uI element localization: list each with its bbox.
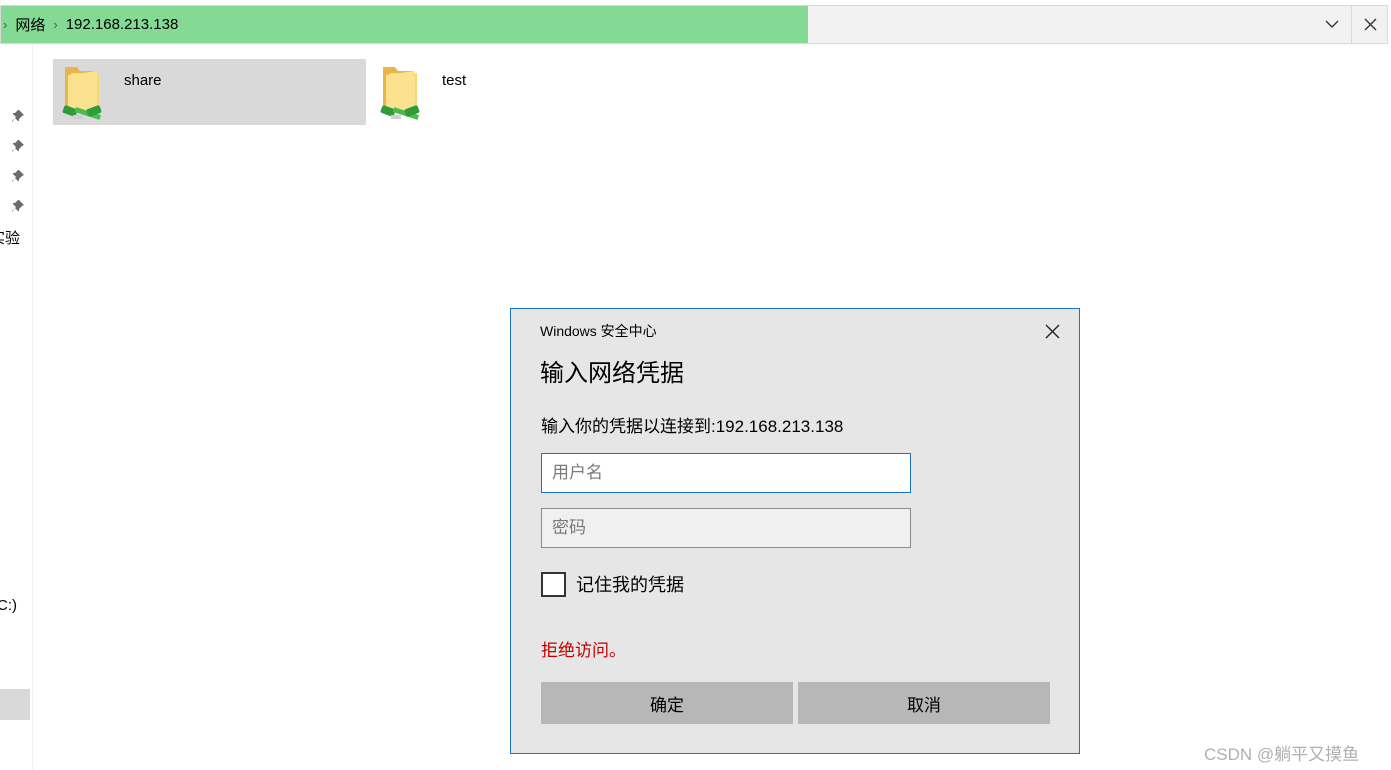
pin-icon[interactable]	[11, 109, 25, 123]
breadcrumb-network[interactable]: 网络	[15, 14, 51, 35]
dialog-message: 输入你的凭据以连接到:192.168.213.138	[541, 417, 844, 436]
error-message: 拒绝访问。	[541, 641, 626, 660]
folder-label: test	[442, 72, 467, 89]
shared-folder-icon	[380, 67, 420, 120]
close-icon	[1364, 18, 1376, 31]
username-input[interactable]	[541, 453, 911, 493]
chevron-down-icon	[1325, 20, 1339, 28]
dialog-title: Windows 安全中心	[540, 323, 657, 339]
breadcrumb-host[interactable]: 192.168.213.138	[66, 16, 185, 33]
credentials-dialog: Windows 安全中心 输入网络凭据 输入你的凭据以连接到:192.168.2…	[510, 308, 1080, 754]
folder-label: share	[124, 72, 162, 89]
address-history-button[interactable]	[1313, 6, 1351, 43]
pin-icon[interactable]	[11, 169, 25, 183]
folder-item-test[interactable]: test	[371, 59, 531, 125]
shared-folder-icon	[62, 67, 102, 120]
close-icon	[1045, 324, 1059, 338]
password-input[interactable]	[541, 508, 911, 548]
nav-item-selected[interactable]	[0, 689, 30, 720]
pin-icon[interactable]	[11, 139, 25, 153]
dialog-heading: 输入网络凭据	[540, 360, 684, 387]
folder-item-share[interactable]: share	[53, 59, 366, 125]
dialog-close-button[interactable]	[1041, 320, 1063, 342]
chevron-right-icon: ›	[3, 17, 8, 32]
cancel-button[interactable]: 取消	[798, 682, 1050, 724]
ok-button[interactable]: 确定	[541, 682, 793, 724]
remember-credentials-checkbox[interactable]	[541, 571, 566, 597]
remember-credentials-label[interactable]: 记住我的凭据	[576, 571, 684, 597]
nav-item-drive-c[interactable]: (C:)	[0, 597, 17, 614]
breadcrumb: › 网络 › 192.168.213.138	[1, 6, 184, 43]
navigation-pane: 实验 (C:)	[0, 44, 33, 770]
address-bar[interactable]: › 网络 › 192.168.213.138	[0, 5, 1388, 44]
stop-loading-button[interactable]	[1351, 6, 1388, 43]
nav-item-experiment[interactable]: 实验	[0, 227, 20, 248]
chevron-right-icon: ›	[53, 17, 58, 32]
pin-icon[interactable]	[11, 199, 25, 213]
remember-credentials-row[interactable]: 记住我的凭据	[541, 571, 684, 597]
watermark: CSDN @躺平又摸鱼	[1204, 745, 1360, 764]
